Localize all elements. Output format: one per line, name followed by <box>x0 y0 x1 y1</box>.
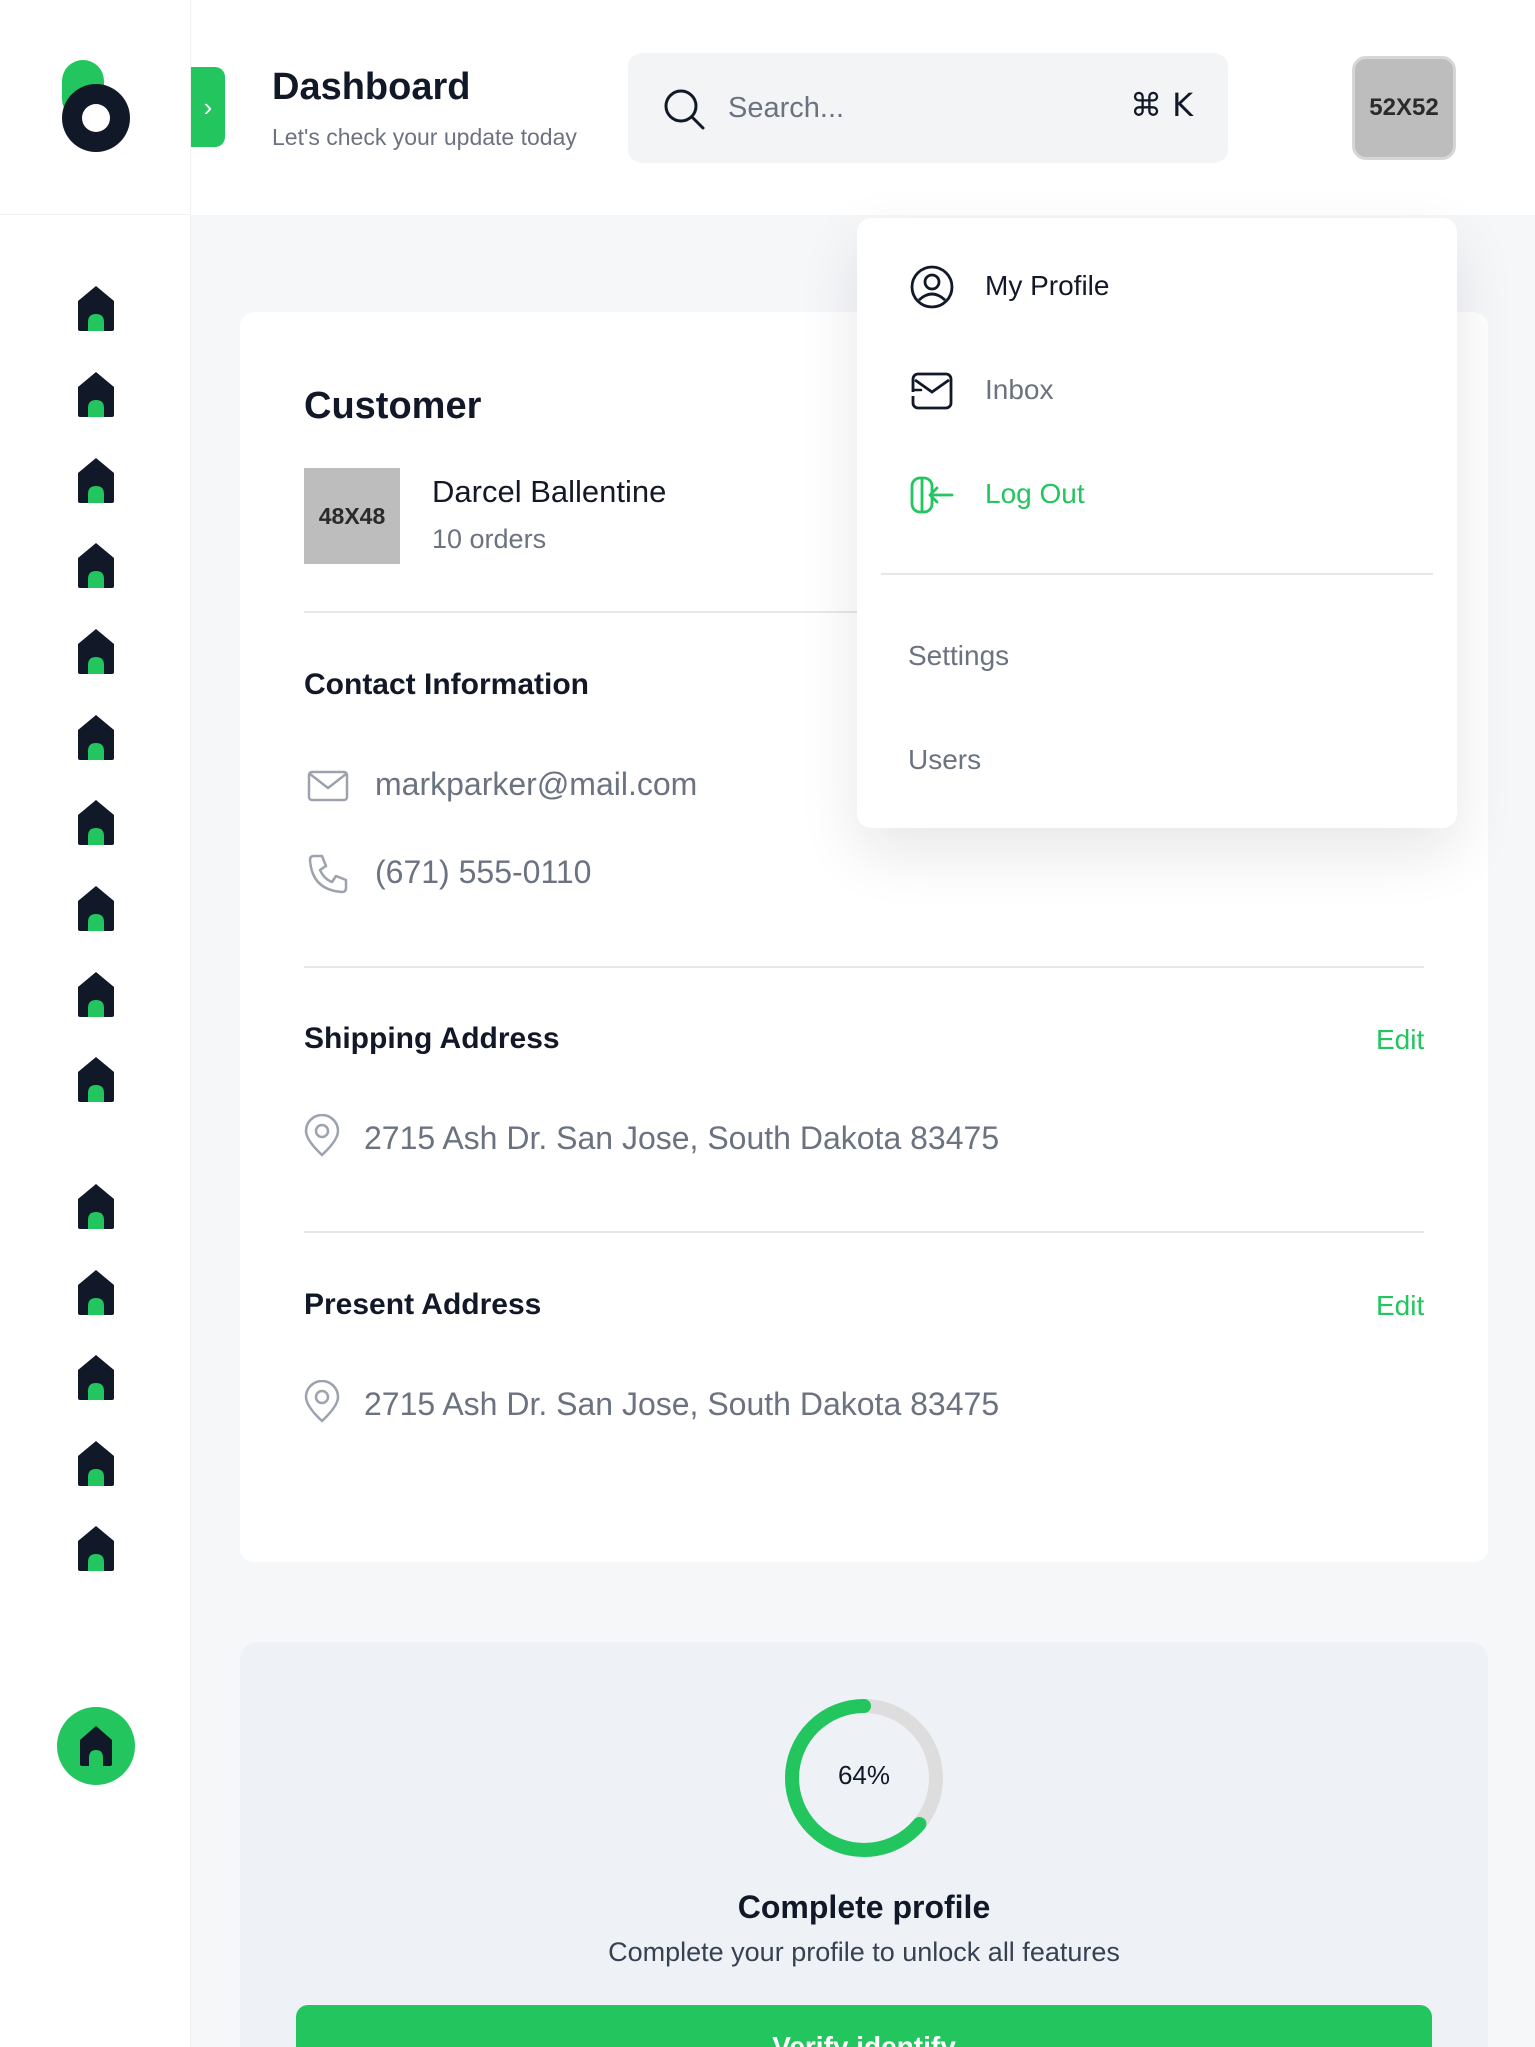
sidebar-item-home-icon[interactable] <box>74 1182 118 1230</box>
menu-item-inbox[interactable]: Inbox <box>909 360 1409 420</box>
logout-icon <box>910 476 954 514</box>
customer-title: Customer <box>304 385 482 427</box>
page-subtitle: Let's check your update today <box>272 124 577 150</box>
inbox-icon <box>911 372 953 410</box>
present-title: Present Address <box>304 1288 542 1321</box>
sidebar-item-home-icon[interactable] <box>74 1439 118 1487</box>
menu-item-label: Inbox <box>985 374 1054 405</box>
sidebar-item-home-icon[interactable] <box>74 284 118 332</box>
phone-icon <box>308 854 348 894</box>
contact-title: Contact Information <box>304 668 589 701</box>
shipping-title: Shipping Address <box>304 1022 560 1055</box>
shipping-edit-link[interactable]: Edit <box>1376 1024 1424 1056</box>
menu-item-label: My Profile <box>985 270 1110 301</box>
customer-phone[interactable]: (671) 555-0110 <box>375 854 591 891</box>
sidebar-item-home-icon[interactable] <box>74 627 118 675</box>
menu-item-logout[interactable]: Log Out <box>909 464 1409 524</box>
divider <box>304 966 1424 968</box>
brand-logo <box>62 60 130 152</box>
customer-email[interactable]: markparker@mail.com <box>375 766 697 803</box>
divider <box>304 1231 1424 1233</box>
logo-cell <box>0 0 191 215</box>
menu-item-my-profile[interactable]: My Profile <box>909 256 1409 316</box>
sidebar-item-home-icon[interactable] <box>74 1524 118 1572</box>
menu-item-settings[interactable]: Settings <box>908 640 1009 672</box>
location-pin-icon <box>304 1380 340 1423</box>
search-input[interactable] <box>728 83 1088 133</box>
sidebar-item-home-icon[interactable] <box>74 884 118 932</box>
chevron-right-icon: › <box>203 91 213 122</box>
sidebar-item-home-icon[interactable] <box>74 370 118 418</box>
home-icon <box>80 1726 112 1766</box>
menu-item-label: Log Out <box>985 478 1085 509</box>
verify-identity-button[interactable]: Verify identify <box>296 2005 1432 2047</box>
location-pin-icon <box>304 1114 340 1157</box>
sidebar-item-home-icon[interactable] <box>74 1055 118 1103</box>
sidebar-item-home-icon[interactable] <box>74 798 118 846</box>
menu-item-users[interactable]: Users <box>908 744 981 776</box>
customer-avatar: 48X48 <box>304 468 400 564</box>
dropdown-divider <box>881 573 1433 575</box>
sidebar-item-home-icon[interactable] <box>74 970 118 1018</box>
mail-icon <box>307 770 349 802</box>
shipping-address: 2715 Ash Dr. San Jose, South Dakota 8347… <box>364 1120 1000 1156</box>
customer-name: Darcel Ballentine <box>432 474 667 509</box>
page-title: Dashboard <box>272 66 471 108</box>
user-circle-icon <box>910 265 954 309</box>
sidebar-item-home-icon[interactable] <box>74 713 118 761</box>
present-address: 2715 Ash Dr. San Jose, South Dakota 8347… <box>364 1386 1000 1422</box>
sidebar-item-home-icon[interactable] <box>74 1268 118 1316</box>
user-avatar-button[interactable]: 52X52 <box>1352 56 1456 160</box>
customer-orders: 10 orders <box>432 524 547 554</box>
sidebar-toggle-button[interactable]: › <box>191 67 225 147</box>
complete-profile-subtitle: Complete your profile to unlock all feat… <box>608 1937 1120 1967</box>
search-icon <box>664 89 705 130</box>
sidebar-item-home-icon[interactable] <box>74 541 118 589</box>
present-edit-link[interactable]: Edit <box>1376 1290 1424 1322</box>
progress-percent: 64% <box>837 1760 891 1790</box>
search-shortcut: ⌘ K <box>1130 86 1194 124</box>
complete-profile-title: Complete profile <box>737 1889 991 1925</box>
sidebar-item-home-icon[interactable] <box>74 456 118 504</box>
sidebar-active-item[interactable] <box>57 1707 135 1785</box>
sidebar-item-home-icon[interactable] <box>74 1353 118 1401</box>
